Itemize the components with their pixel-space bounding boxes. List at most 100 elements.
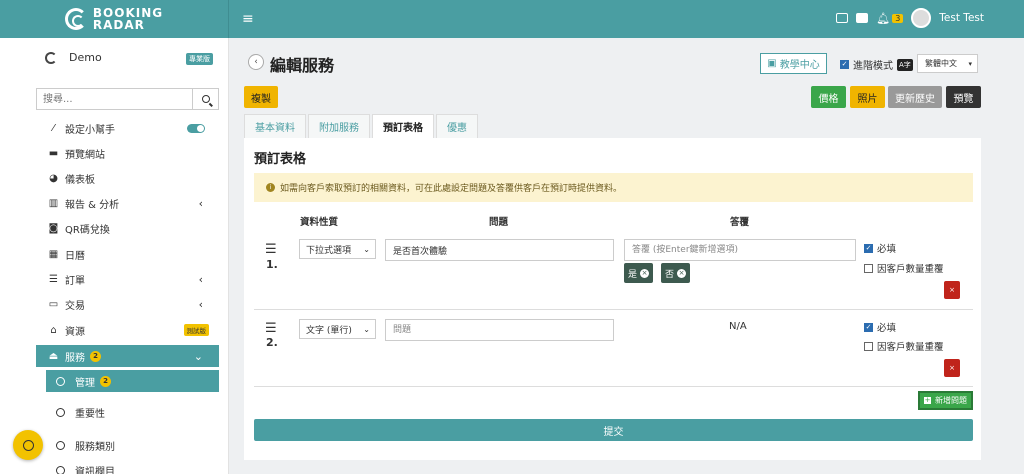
translate-icon: A字 xyxy=(897,58,913,71)
chevron-down-icon: ⌄ xyxy=(363,324,370,334)
sidebar-item-preview-site[interactable]: ▬ 預覽網站 xyxy=(36,142,219,164)
column-header-type: 資料性質 xyxy=(300,217,339,228)
sidebar-item-qr-redeem[interactable]: ◙ QR碼兌換 xyxy=(36,217,219,239)
check-icon: ✓ xyxy=(864,243,873,253)
delete-question-button[interactable]: × xyxy=(944,281,960,299)
services-count-badge: 2 xyxy=(90,350,101,362)
question-input[interactable] xyxy=(385,319,614,341)
check-icon: ✓ xyxy=(864,322,873,332)
brand-logo[interactable]: BOOKING RADAR xyxy=(0,0,229,38)
question-type-select[interactable]: 文字 (單行) ⌄ xyxy=(299,319,376,339)
question-type-select[interactable]: 下拉式選項 ⌄ xyxy=(299,239,376,259)
required-checkbox[interactable]: ✓ 必填 xyxy=(864,241,896,255)
calendar-icon: ▦ xyxy=(48,248,59,260)
close-icon[interactable]: × xyxy=(640,268,650,278)
price-button[interactable]: 價格 xyxy=(811,86,846,108)
preview-button[interactable]: 預覽 xyxy=(946,86,981,108)
sidebar-item-calendar[interactable]: ▦ 日曆 xyxy=(36,243,219,265)
form-title: 預訂表格 xyxy=(254,152,307,167)
copy-button[interactable]: 複製 xyxy=(244,86,278,108)
close-icon[interactable]: × xyxy=(677,268,687,278)
chat-icon xyxy=(22,439,34,451)
close-icon: × xyxy=(949,364,955,372)
row-divider xyxy=(254,386,973,387)
notification-count: 3 xyxy=(892,13,904,23)
language-select[interactable]: 繁體中文 ▾ xyxy=(917,54,978,73)
window-icon[interactable] xyxy=(836,13,849,23)
user-name[interactable]: Test Test xyxy=(939,12,984,24)
sidebar-subitem-info-columns[interactable]: 資訊欄目 xyxy=(46,459,219,474)
list-check-icon: ☰ xyxy=(49,273,58,285)
photo-button[interactable]: 照片 xyxy=(850,86,885,108)
plan-badge: 專業版 xyxy=(186,53,213,65)
delete-question-button[interactable]: × xyxy=(944,359,960,377)
chat-button[interactable] xyxy=(13,430,43,460)
credit-card-icon: ▭ xyxy=(48,298,59,310)
account-logo-icon xyxy=(45,51,57,64)
booking-form-card: 預訂表格 i 如需向客戶索取預訂的相關資料，可在此處設定問題及答覆供客戶在預訂時… xyxy=(244,138,981,460)
magic-wand-icon: ⁄ xyxy=(52,122,55,134)
chevron-down-icon: ⌄ xyxy=(193,349,203,363)
tab-offers[interactable]: 優惠 xyxy=(436,114,478,138)
sidebar-subitem-importance[interactable]: 重要性 xyxy=(46,401,219,423)
manage-count-badge: 2 xyxy=(100,375,111,387)
sidebar-item-dashboard[interactable]: ◕ 儀表板 xyxy=(36,167,219,189)
sidebar: Demo 專業版 ⁄ 設定小幫手 ▬ 預覽網站 ◕ 儀表板 ▥ 報告 & 分析 … xyxy=(0,38,229,474)
sidebar-item-setup-wizard[interactable]: ⁄ 設定小幫手 xyxy=(36,117,219,139)
camera-icon: ◙ xyxy=(48,222,59,234)
tutorial-button[interactable]: ▣ 教學中心 xyxy=(760,53,827,74)
add-question-button[interactable]: + 新增問題 xyxy=(918,391,973,410)
top-bar: BOOKING RADAR ≡ 🔔︎ 3 Test Test xyxy=(0,0,1024,38)
sidebar-search xyxy=(36,88,219,110)
sidebar-item-resources[interactable]: ⌂ 資源 測試版 xyxy=(36,319,219,341)
avatar[interactable] xyxy=(911,8,932,28)
account-switcher[interactable]: Demo xyxy=(45,51,102,64)
repeat-per-customer-checkbox[interactable]: 因客戶數量重覆 xyxy=(864,261,944,275)
question-input[interactable] xyxy=(385,239,614,261)
answer-chip: 否 × xyxy=(661,263,691,283)
drag-handle-icon[interactable]: ☰ xyxy=(265,322,277,335)
history-button[interactable]: 更新歷史 xyxy=(888,86,942,108)
top-right-actions: 🔔︎ 3 Test Test xyxy=(836,8,984,28)
booking-radar-logo-icon xyxy=(64,8,87,30)
sidebar-subitem-manage[interactable]: 管理 2 xyxy=(46,370,219,392)
circle-icon xyxy=(56,465,65,474)
column-header-answer: 答覆 xyxy=(730,217,750,228)
setup-wizard-toggle[interactable] xyxy=(187,123,205,133)
sidebar-item-reports[interactable]: ▥ 報告 & 分析 ‹ xyxy=(36,192,219,214)
bell-icon[interactable]: 🔔︎ xyxy=(876,12,890,25)
sidebar-item-transactions[interactable]: ▭ 交易 ‹ xyxy=(36,293,219,315)
chevron-down-icon: ▾ xyxy=(968,59,972,68)
note-icon[interactable] xyxy=(856,13,869,23)
chevron-left-icon: ‹ xyxy=(254,57,258,67)
sidebar-item-orders[interactable]: ☰ 訂單 ‹ xyxy=(36,268,219,290)
submit-button[interactable]: 提交 xyxy=(254,419,973,441)
tab-addons[interactable]: 附加服務 xyxy=(308,114,370,138)
sidebar-search-input[interactable] xyxy=(37,89,192,109)
repeat-per-customer-checkbox[interactable]: 因客戶數量重覆 xyxy=(864,339,944,353)
required-checkbox[interactable]: ✓ 必填 xyxy=(864,320,896,334)
menu-toggle-icon[interactable]: ≡ xyxy=(242,11,254,27)
info-alert: i 如需向客戶索取預訂的相關資料，可在此處設定問題及答覆供客戶在預訂時提供資料。 xyxy=(254,173,973,202)
search-button[interactable] xyxy=(192,89,218,109)
search-icon xyxy=(201,95,210,103)
tab-booking-form[interactable]: 預訂表格 xyxy=(372,114,434,138)
plus-icon: + xyxy=(924,396,931,404)
drag-handle-icon[interactable]: ☰ xyxy=(265,243,277,256)
row-number: 1. xyxy=(266,258,278,271)
sidebar-item-services[interactable]: ⏏ 服務 2 ⌄ xyxy=(36,345,219,367)
circle-icon xyxy=(56,440,65,450)
tab-basic-info[interactable]: 基本資料 xyxy=(244,114,306,138)
advanced-mode-checkbox[interactable]: ✓ xyxy=(840,60,849,69)
tab-bar: 基本資料 附加服務 預訂表格 優惠 xyxy=(244,114,480,138)
circle-icon xyxy=(56,376,65,386)
back-button[interactable]: ‹ xyxy=(248,54,264,70)
bank-icon: ⌂ xyxy=(50,324,57,336)
page-title: 編輯服務 xyxy=(270,56,335,75)
book-icon: ▣ xyxy=(767,58,777,69)
dashboard-icon: ◕ xyxy=(49,172,58,184)
advanced-mode[interactable]: ✓ 進階模式 A字 xyxy=(840,57,913,72)
answer-input[interactable] xyxy=(624,239,856,261)
sidebar-subitem-service-categories[interactable]: 服務類別 xyxy=(46,434,219,456)
chevron-left-icon: ‹ xyxy=(198,196,203,210)
